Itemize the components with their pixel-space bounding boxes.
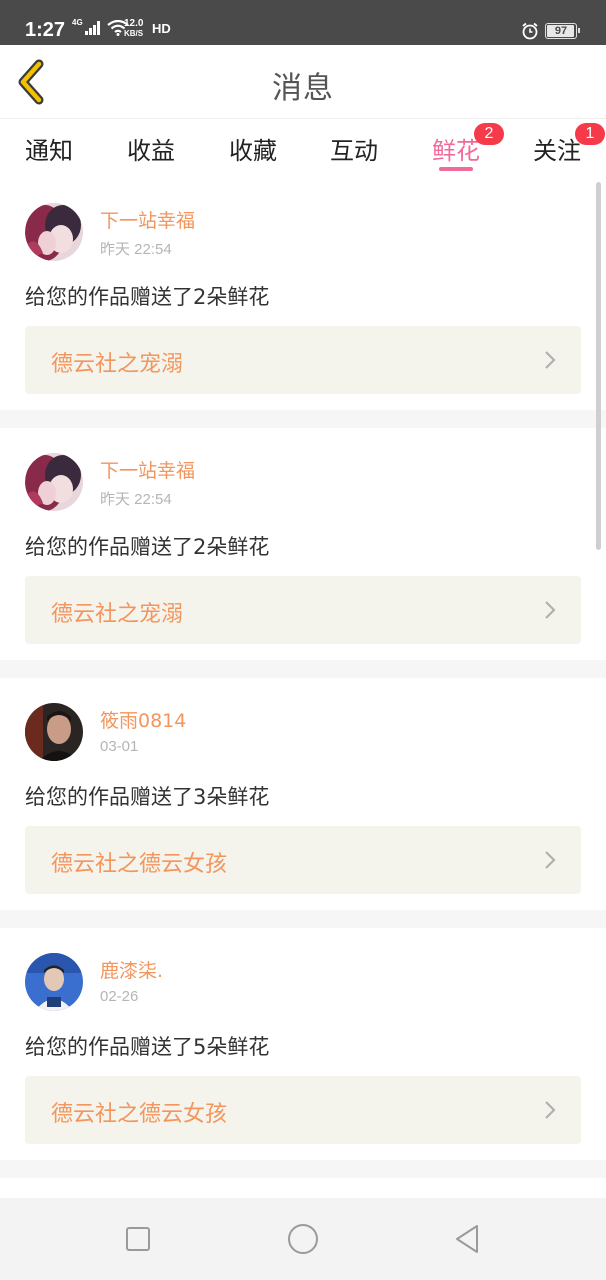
- sender-username[interactable]: 鹿漆柒.: [100, 956, 163, 983]
- home-button[interactable]: [286, 1222, 320, 1256]
- message-text: 给您的作品赠送了2朵鲜花: [25, 285, 270, 309]
- tab-interactions[interactable]: 互动: [330, 131, 378, 166]
- network-type-label: 4G: [72, 17, 83, 27]
- network-speed-value: 12.0: [124, 18, 144, 29]
- app-header: 消息: [0, 45, 606, 118]
- square-icon: [126, 1227, 150, 1251]
- message-time: 昨天 22:54: [100, 241, 172, 258]
- message-card[interactable]: 鹿漆柒. 02-26 给您的作品赠送了5朵鲜花 德云社之德云女孩: [0, 928, 606, 1160]
- hd-indicator: HD: [152, 21, 171, 36]
- back-nav-button[interactable]: [451, 1222, 485, 1256]
- scrollbar[interactable]: [596, 182, 601, 550]
- status-time: 1:27: [25, 19, 66, 41]
- sender-username[interactable]: 下一站幸福: [100, 206, 195, 233]
- network-speed-unit: KB/S: [124, 29, 144, 38]
- work-link[interactable]: 德云社之宠溺: [25, 326, 581, 394]
- tab-flowers[interactable]: 鲜花 2: [432, 123, 504, 171]
- sender-username[interactable]: 筱雨0814: [100, 706, 186, 733]
- tab-badge: 1: [575, 123, 605, 145]
- circle-icon: [288, 1224, 318, 1254]
- avatar-image: [25, 703, 83, 761]
- battery-level: 97: [554, 25, 568, 37]
- avatar-image: [25, 453, 83, 511]
- tab-label: 互动: [330, 137, 378, 165]
- active-tab-indicator: [439, 167, 473, 171]
- message-text: 给您的作品赠送了3朵鲜花: [25, 785, 270, 809]
- tab-badge: 2: [474, 123, 504, 145]
- message-time: 昨天 22:54: [100, 491, 172, 508]
- tab-favorites[interactable]: 收藏: [229, 131, 277, 166]
- message-card[interactable]: 下一站幸福 昨天 22:54 给您的作品赠送了2朵鲜花 德云社之宠溺: [0, 178, 606, 410]
- page-title: 消息: [272, 71, 334, 106]
- avatar-image: [25, 203, 83, 261]
- message-text: 给您的作品赠送了2朵鲜花: [25, 535, 270, 559]
- tab-label: 关注: [533, 137, 581, 165]
- tab-label: 收益: [127, 137, 175, 165]
- message-card[interactable]: 下一站幸福 昨天 22:54 给您的作品赠送了2朵鲜花 德云社之宠溺: [0, 428, 606, 660]
- status-signal-group: 4G: [72, 17, 129, 36]
- chevron-right-icon: [545, 851, 556, 869]
- work-link[interactable]: 德云社之德云女孩: [25, 826, 581, 894]
- message-card[interactable]: 筱雨0814 03-01 给您的作品赠送了3朵鲜花 德云社之德云女孩: [0, 678, 606, 910]
- sender-username[interactable]: 下一站幸福: [100, 456, 195, 483]
- work-title: 德云社之德云女孩: [51, 1102, 228, 1127]
- avatar-image: [25, 953, 83, 1011]
- avatar[interactable]: [25, 953, 83, 1011]
- chevron-right-icon: [545, 601, 556, 619]
- message-time: 03-01: [100, 738, 139, 755]
- work-link[interactable]: 德云社之宠溺: [25, 576, 581, 644]
- work-title: 德云社之宠溺: [51, 602, 184, 627]
- status-bar: 1:27 4G 12.0 KB/S HD 97: [0, 0, 606, 45]
- work-link[interactable]: 德云社之德云女孩: [25, 1076, 581, 1144]
- battery-icon: 97: [545, 23, 580, 39]
- system-navigation-bar: [0, 1198, 606, 1280]
- recent-apps-button[interactable]: [121, 1222, 155, 1256]
- work-title: 德云社之宠溺: [51, 352, 184, 377]
- chevron-right-icon: [545, 1101, 556, 1119]
- message-category-tabs: 通知 收益 收藏 互动 鲜花 2 关注 1: [0, 118, 606, 178]
- signal-icon: [84, 21, 100, 35]
- tab-label: 鲜花: [432, 137, 480, 165]
- tab-follows[interactable]: 关注 1: [533, 123, 605, 166]
- avatar[interactable]: [25, 453, 83, 511]
- message-time: 02-26: [100, 988, 139, 1005]
- message-text: 给您的作品赠送了5朵鲜花: [25, 1035, 270, 1059]
- avatar[interactable]: [25, 203, 83, 261]
- tab-notifications[interactable]: 通知: [25, 131, 73, 166]
- battery-tip: [578, 28, 580, 33]
- network-speed: 12.0 KB/S: [124, 19, 143, 39]
- tab-earnings[interactable]: 收益: [127, 131, 175, 166]
- alarm-icon: [522, 22, 538, 40]
- work-title: 德云社之德云女孩: [51, 852, 228, 877]
- message-list[interactable]: 下一站幸福 昨天 22:54 给您的作品赠送了2朵鲜花 德云社之宠溺 下一站幸福…: [0, 178, 606, 1198]
- tab-label: 通知: [25, 137, 73, 165]
- message-card[interactable]: [0, 1178, 606, 1198]
- chevron-right-icon: [545, 351, 556, 369]
- triangle-back-icon: [456, 1225, 478, 1253]
- avatar[interactable]: [25, 703, 83, 761]
- tab-label: 收藏: [229, 137, 277, 165]
